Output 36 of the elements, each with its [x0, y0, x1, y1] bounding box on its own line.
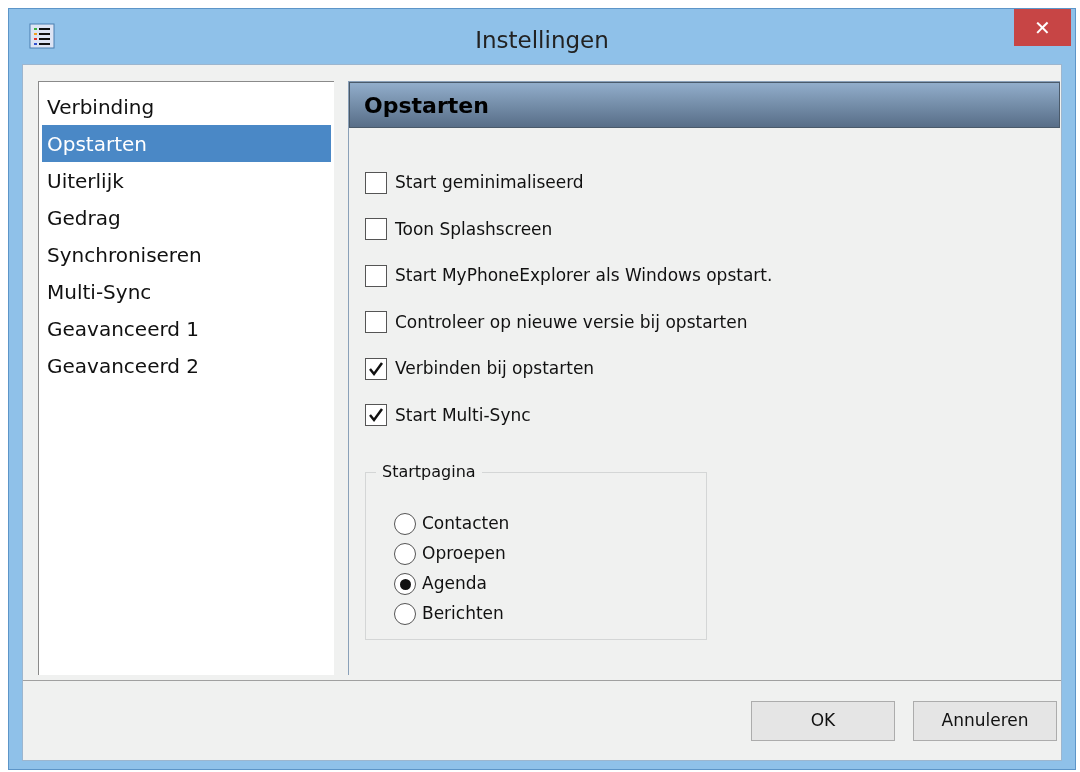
- category-item[interactable]: Synchroniseren: [42, 236, 331, 273]
- checkbox-label: Start Multi-Sync: [395, 403, 531, 427]
- radio-label: Contacten: [422, 512, 510, 536]
- checkbox[interactable]: [365, 218, 387, 241]
- list-icon: [29, 23, 55, 49]
- radio-button[interactable]: [394, 573, 416, 595]
- radio-label: Agenda: [422, 572, 487, 596]
- check-icon: [368, 407, 384, 424]
- panel-header: Opstarten: [349, 82, 1060, 128]
- dialog-button[interactable]: OK: [751, 700, 895, 741]
- category-item[interactable]: Geavanceerd 1: [42, 310, 331, 347]
- category-item[interactable]: Gedrag: [42, 199, 331, 236]
- category-item[interactable]: Opstarten: [42, 125, 331, 162]
- category-item[interactable]: Verbinding: [42, 88, 331, 125]
- checkbox-label: Start geminimaliseerd: [395, 171, 584, 194]
- check-icon: [368, 360, 384, 377]
- checkbox-label: Controleer op nieuwe versie bij opstarten: [395, 310, 748, 334]
- dialog-button[interactable]: Annuleren: [913, 700, 1057, 741]
- window-title: Instellingen: [475, 26, 609, 55]
- checkbox-label: Toon Splashscreen: [395, 217, 553, 241]
- radio-button[interactable]: [394, 543, 416, 565]
- checkbox[interactable]: [365, 357, 387, 380]
- checkbox-label: Verbinden bij opstarten: [395, 357, 595, 380]
- radio-label: Oproepen: [422, 542, 506, 566]
- category-item[interactable]: Multi-Sync: [42, 273, 331, 310]
- radio-button[interactable]: [394, 603, 416, 625]
- checkbox-label: Start MyPhoneExplorer als Windows opstart.: [395, 264, 773, 287]
- close-button[interactable]: ✕: [1014, 9, 1071, 46]
- checkbox[interactable]: [365, 404, 387, 427]
- category-item[interactable]: Uiterlijk: [42, 162, 331, 199]
- checkbox[interactable]: [365, 264, 387, 287]
- radio-label: Berichten: [422, 602, 504, 626]
- category-item[interactable]: Geavanceerd 2: [42, 347, 331, 384]
- radio-button[interactable]: [394, 513, 416, 535]
- checkbox[interactable]: [365, 311, 387, 334]
- checkbox[interactable]: [365, 171, 387, 194]
